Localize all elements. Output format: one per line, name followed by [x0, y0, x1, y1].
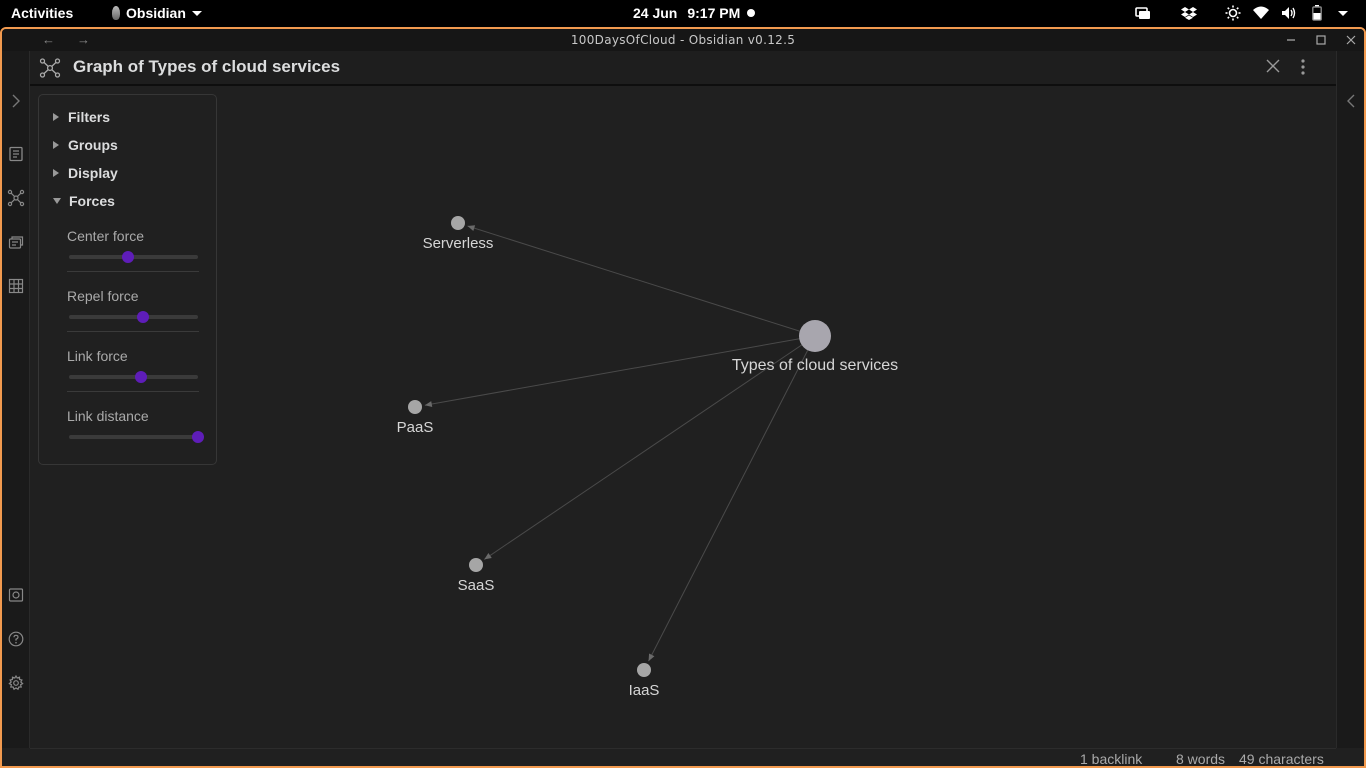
settings-icon[interactable] — [6, 673, 26, 693]
section-label: Groups — [68, 137, 118, 153]
slider-thumb[interactable] — [135, 371, 148, 383]
app-menu-label: Obsidian — [126, 5, 186, 21]
notification-dot-icon — [747, 9, 755, 17]
graph-view-icon — [39, 58, 61, 83]
right-ribbon — [1336, 51, 1364, 748]
expanded-arrow-icon — [53, 198, 61, 204]
window-title: 100DaysOfCloud - Obsidian v0.12.5 — [570, 33, 796, 47]
divider — [67, 331, 199, 332]
starter-kit-icon[interactable] — [6, 276, 26, 296]
center-force-label: Center force — [67, 228, 145, 244]
slider-thumb[interactable] — [136, 311, 149, 323]
graph-controls-panel: Filters Groups Display Forces Center for… — [38, 94, 217, 465]
more-options-icon[interactable] — [1301, 59, 1305, 80]
graph-node[interactable] — [451, 216, 465, 230]
chevron-down-icon[interactable] — [1332, 0, 1354, 26]
clock-time: 9:17 PM — [687, 5, 741, 21]
filters-section-toggle[interactable]: Filters — [53, 109, 110, 125]
link-arrowhead — [467, 225, 476, 231]
link-distance-slider[interactable] — [69, 431, 204, 443]
slider-thumb[interactable] — [122, 251, 135, 263]
graph-node-label: IaaS — [628, 682, 660, 699]
chevron-down-icon — [191, 10, 202, 16]
vault-icon[interactable] — [6, 585, 26, 605]
graph-link — [467, 225, 816, 337]
graph-node-label: Types of cloud services — [731, 357, 899, 374]
help-icon[interactable] — [6, 629, 26, 649]
graph-svg — [408, 216, 831, 677]
backlink-count[interactable]: 1 backlink — [1080, 751, 1142, 766]
obsidian-icon — [112, 6, 120, 20]
graph-node-label: Serverless — [422, 235, 494, 252]
collapsed-arrow-icon — [53, 141, 59, 149]
window-title-bar[interactable]: ← → 100DaysOfCloud - Obsidian v0.12.5 — [2, 29, 1364, 51]
open-switcher-icon[interactable] — [6, 144, 26, 164]
divider — [67, 271, 199, 272]
status-bar: 1 backlink 8 words 49 characters — [30, 748, 1336, 767]
close-pane-icon[interactable] — [1266, 59, 1280, 78]
system-top-bar: Activities Obsidian 24 Jun 9:17 PM — [0, 0, 1366, 26]
collapsed-arrow-icon — [53, 169, 59, 177]
clock[interactable]: 24 Jun 9:17 PM — [633, 0, 740, 26]
graph-node-current[interactable] — [799, 320, 831, 352]
maximize-button[interactable] — [1312, 31, 1330, 49]
pane-header: Graph of Types of cloud services — [30, 51, 1336, 86]
link-arrowhead — [484, 552, 492, 560]
collapsed-arrow-icon — [53, 113, 59, 121]
app-menu[interactable]: Obsidian — [112, 0, 202, 26]
link-force-slider[interactable] — [69, 371, 198, 383]
left-ribbon — [2, 51, 30, 748]
graph-node[interactable] — [408, 400, 422, 414]
graph-node-label: PaaS — [396, 419, 434, 436]
link-arrowhead — [424, 401, 433, 407]
pane-title: Graph of Types of cloud services — [73, 57, 341, 76]
brightness-icon[interactable] — [1222, 0, 1244, 26]
display-section-toggle[interactable]: Display — [53, 165, 118, 181]
graph-node-label: SaaS — [457, 577, 495, 594]
slider-thumb[interactable] — [192, 431, 204, 443]
link-distance-label: Link distance — [67, 408, 149, 424]
forces-section-toggle[interactable]: Forces — [53, 193, 115, 209]
volume-icon[interactable] — [1278, 0, 1300, 26]
close-window-button[interactable] — [1342, 31, 1360, 49]
graph-node[interactable] — [469, 558, 483, 572]
graph-node[interactable] — [637, 663, 651, 677]
section-label: Filters — [68, 109, 111, 125]
word-count: 8 words — [1176, 751, 1226, 767]
graph-link — [648, 335, 816, 662]
link-force-label: Link force — [67, 348, 128, 364]
battery-icon[interactable] — [1306, 0, 1328, 26]
wifi-icon[interactable] — [1250, 0, 1272, 26]
repel-force-slider[interactable] — [69, 311, 198, 323]
section-label: Forces — [69, 193, 115, 209]
graph-view-pane: Graph of Types of cloud services Types o… — [30, 51, 1336, 748]
repel-force-label: Repel force — [67, 288, 139, 304]
graph-canvas[interactable]: Types of cloud services Serverless PaaS Saa… — [30, 88, 1336, 748]
character-count: 49 characters — [1239, 751, 1324, 767]
clock-date: 24 Jun — [633, 5, 678, 21]
templates-icon[interactable] — [6, 232, 26, 252]
divider — [67, 391, 199, 392]
obsidian-window: ← → 100DaysOfCloud - Obsidian v0.12.5 Gr… — [0, 27, 1366, 768]
graph-view-icon[interactable] — [6, 188, 26, 208]
section-label: Display — [68, 165, 118, 181]
system-tray[interactable] — [1132, 0, 1354, 26]
display-icon[interactable] — [1132, 0, 1154, 26]
groups-section-toggle[interactable]: Groups — [53, 137, 118, 153]
center-force-slider[interactable] — [69, 251, 198, 263]
chevron-left-icon[interactable] — [1341, 91, 1361, 111]
dropbox-icon[interactable] — [1178, 0, 1200, 26]
activities-button[interactable]: Activities — [11, 0, 73, 26]
minimize-button[interactable] — [1282, 31, 1300, 49]
chevron-right-icon[interactable] — [6, 91, 26, 111]
